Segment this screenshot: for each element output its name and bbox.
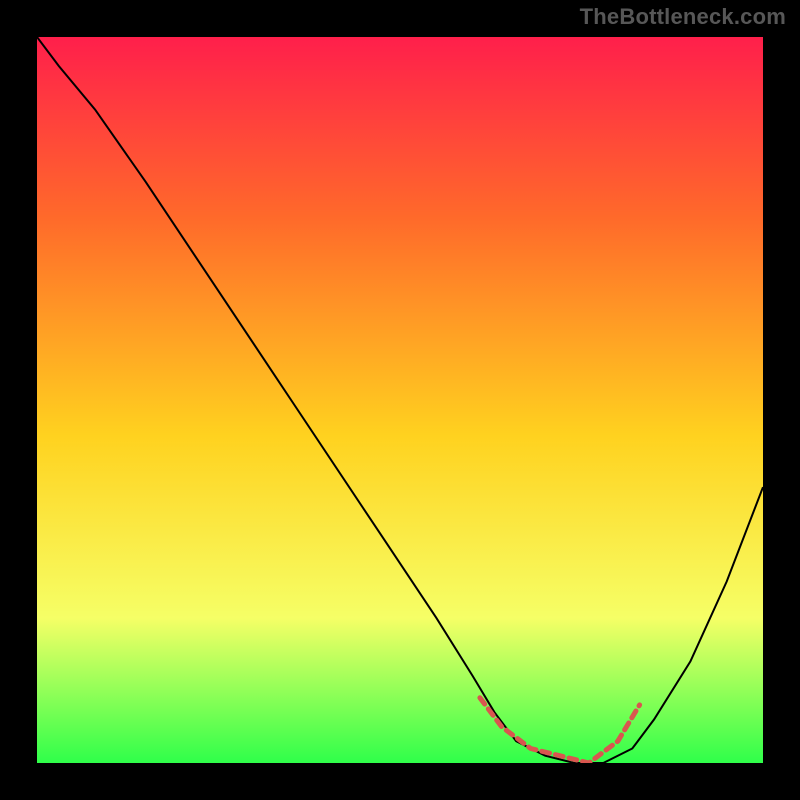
gradient-background (37, 37, 763, 763)
plot-area (37, 37, 763, 763)
chart-frame: TheBottleneck.com (0, 0, 800, 800)
watermark-text: TheBottleneck.com (580, 4, 786, 30)
chart-svg (37, 37, 763, 763)
